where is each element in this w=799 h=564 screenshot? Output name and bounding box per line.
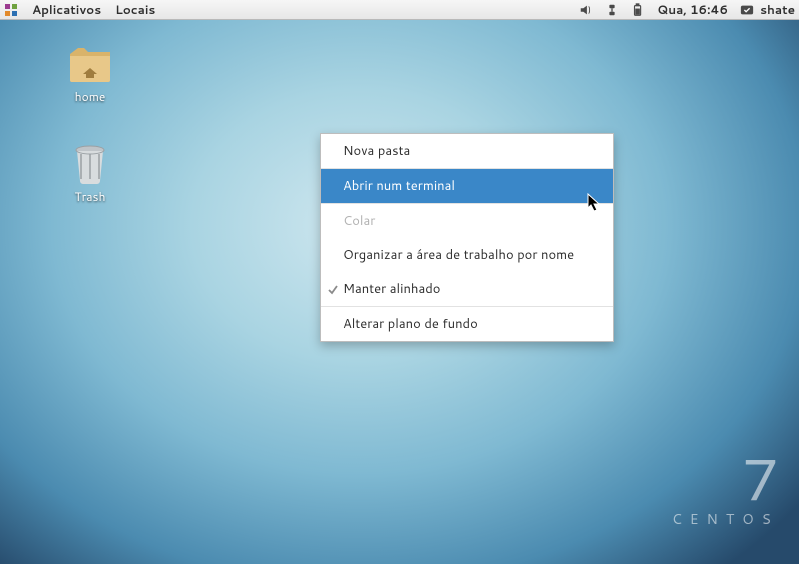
trash-label: Trash [50,188,130,205]
battery-icon[interactable] [631,3,645,17]
trash-desktop-icon[interactable]: Trash [50,144,130,205]
desktop-screen: Aplicativos Locais Qua, 16:46 shate [0,0,799,564]
user-menu[interactable]: shate [740,1,795,18]
applications-menu[interactable]: Aplicativos [32,1,101,18]
menu-item-label: Abrir num terminal [343,177,455,195]
folder-home-icon [66,44,114,84]
trash-icon [66,144,114,184]
home-label: home [50,88,130,105]
desktop-context-menu: Nova pasta Abrir num terminal Colar Orga… [320,133,614,342]
menu-item-new-folder[interactable]: Nova pasta [321,134,613,168]
menu-item-label: Nova pasta [343,142,410,160]
menu-item-keep-aligned[interactable]: Manter alinhado [321,272,613,306]
menu-item-label: Organizar a área de trabalho por nome [343,246,574,264]
os-name: CENTOS [672,509,779,529]
user-name: shate [760,1,795,18]
distro-logo-icon [4,3,18,17]
menu-item-label: Manter alinhado [343,280,441,298]
menu-item-organize[interactable]: Organizar a área de trabalho por nome [321,238,613,272]
menu-item-label: Alterar plano de fundo [343,315,478,333]
menu-item-change-background[interactable]: Alterar plano de fundo [321,306,613,341]
power-icon [740,3,754,17]
home-desktop-icon[interactable]: home [50,44,130,105]
network-icon[interactable] [605,3,619,17]
places-menu[interactable]: Locais [115,1,155,18]
menu-item-open-terminal[interactable]: Abrir num terminal [321,168,613,203]
os-branding: 7 CENTOS [672,449,779,529]
os-version: 7 [672,449,779,507]
menu-item-paste: Colar [321,203,613,238]
top-panel: Aplicativos Locais Qua, 16:46 shate [0,0,799,20]
volume-icon[interactable] [579,3,593,17]
checkmark-icon [327,283,339,295]
clock[interactable]: Qua, 16:46 [657,1,728,18]
menu-item-label: Colar [343,212,375,230]
